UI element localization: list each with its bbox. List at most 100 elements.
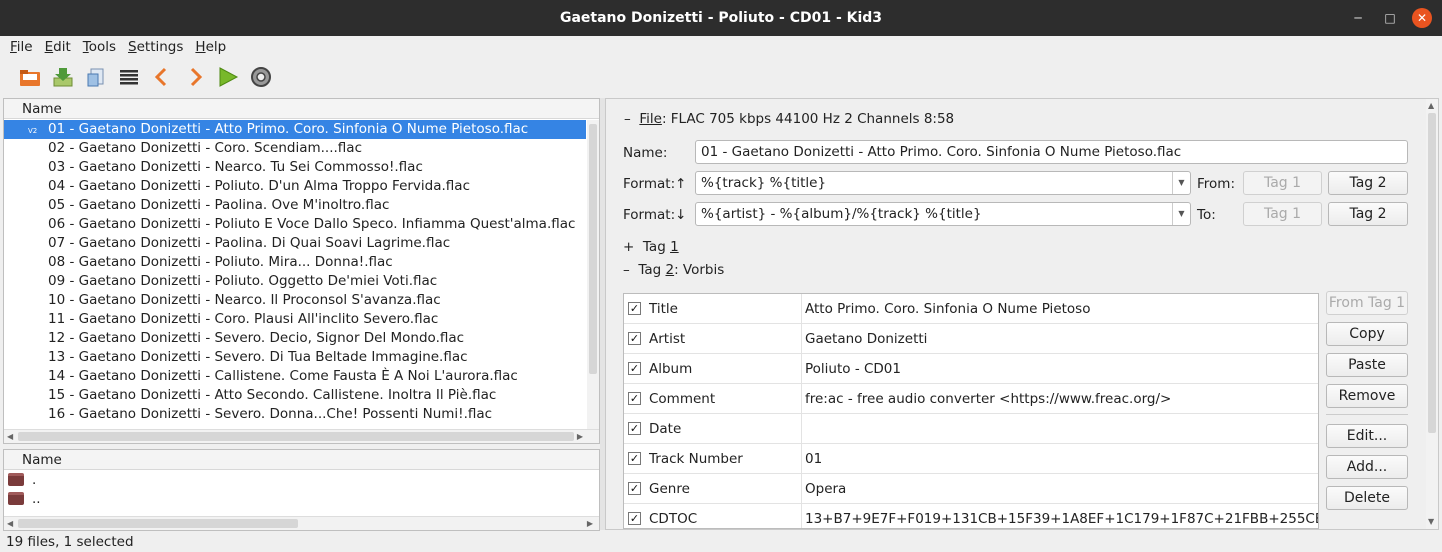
edit-button[interactable]: Edit...: [1326, 424, 1408, 448]
delete-button[interactable]: Delete: [1326, 486, 1408, 510]
from-tag1-frames-button[interactable]: From Tag 1: [1326, 291, 1408, 315]
scroll-left-icon[interactable]: ◀: [7, 430, 13, 443]
chevron-down-icon[interactable]: ▼: [1172, 203, 1190, 225]
file-list-vscrollbar[interactable]: [587, 120, 599, 430]
settings-gear-icon[interactable]: [249, 65, 273, 89]
dir-item[interactable]: .: [4, 470, 599, 489]
tag2-frames-table: ✓ Title Atto Primo. Coro. Sinfonia O Nume…: [623, 293, 1319, 529]
to-tag2-button[interactable]: Tag 2: [1328, 202, 1408, 226]
menu-file[interactable]: File: [4, 39, 39, 55]
tag2-section[interactable]: – Tag 2: Vorbis: [623, 262, 724, 278]
format-from-combo[interactable]: %{track} %{title} ▼: [695, 171, 1191, 195]
file-row[interactable]: 08 - Gaetano Donizetti - Poliuto. Mira..…: [4, 253, 586, 272]
file-row[interactable]: 10 - Gaetano Donizetti - Nearco. Il Proc…: [4, 291, 586, 310]
minimize-icon[interactable]: ─: [1348, 8, 1368, 28]
paste-button[interactable]: Paste: [1326, 353, 1408, 377]
divider: [1326, 414, 1408, 415]
scroll-down-icon[interactable]: ▼: [1428, 515, 1434, 529]
table-row[interactable]: ✓ Genre Opera: [624, 474, 1318, 504]
collapse-icon: –: [623, 262, 630, 278]
toolbar: [0, 60, 1442, 94]
table-row[interactable]: ✓ Title Atto Primo. Coro. Sinfonia O Nume…: [624, 294, 1318, 324]
list-icon[interactable]: [117, 65, 141, 89]
from-tag2-button[interactable]: Tag 2: [1328, 171, 1408, 195]
file-row[interactable]: 02 - Gaetano Donizetti - Coro. Scendiam.…: [4, 139, 586, 158]
file-list-hscrollbar[interactable]: ◀ ▶: [4, 429, 599, 443]
scroll-right-icon[interactable]: ▶: [577, 430, 583, 443]
file-row[interactable]: 14 - Gaetano Donizetti - Callistene. Com…: [4, 367, 586, 386]
tag1-section[interactable]: + Tag 1: [623, 239, 679, 255]
format-to-combo[interactable]: %{artist} - %{album}/%{track} %{title} ▼: [695, 202, 1191, 226]
checkbox[interactable]: ✓: [628, 362, 641, 375]
scroll-right-icon[interactable]: ▶: [587, 517, 593, 530]
menu-help[interactable]: Help: [189, 39, 232, 55]
file-row[interactable]: 04 - Gaetano Donizetti - Poliuto. D'un A…: [4, 177, 586, 196]
checkbox[interactable]: ✓: [628, 422, 641, 435]
format-from-label: Format:↑: [623, 176, 687, 192]
window-controls: ─ □ ✕: [1348, 8, 1432, 28]
dir-item[interactable]: ..: [4, 489, 599, 508]
dir-list-hscrollbar[interactable]: ◀ ▶: [4, 516, 599, 530]
add-button[interactable]: Add...: [1326, 455, 1408, 479]
file-row[interactable]: 16 - Gaetano Donizetti - Severo. Donna..…: [4, 405, 586, 424]
table-row[interactable]: ✓ CDTOC 13+B7+9E7F+F019+131CB+15F39+1A8EF…: [624, 504, 1318, 528]
collapse-icon: –: [624, 111, 631, 127]
name-label: Name:: [623, 145, 668, 161]
save-icon[interactable]: [51, 65, 75, 89]
splitter-handle[interactable]: [600, 98, 605, 530]
revert-icon[interactable]: [84, 65, 108, 89]
close-icon[interactable]: ✕: [1412, 8, 1432, 28]
file-row[interactable]: 11 - Gaetano Donizetti - Coro. Plausi Al…: [4, 310, 586, 329]
copy-button[interactable]: Copy: [1326, 322, 1408, 346]
dir-list-panel: Name . .. ◀ ▶: [3, 449, 600, 531]
file-list-panel: Name V2 01 - Gaetano Donizetti - Atto Pri…: [3, 98, 600, 444]
table-row[interactable]: ✓ Album Poliuto - CD01: [624, 354, 1318, 384]
to-tag1-button[interactable]: Tag 1: [1243, 202, 1322, 226]
file-row[interactable]: 06 - Gaetano Donizetti - Poliuto E Voce …: [4, 215, 586, 234]
maximize-icon[interactable]: □: [1380, 8, 1400, 28]
next-icon[interactable]: [183, 65, 207, 89]
checkbox[interactable]: ✓: [628, 302, 641, 315]
menu-edit[interactable]: Edit: [39, 39, 77, 55]
file-row[interactable]: V2 01 - Gaetano Donizetti - Atto Primo. C…: [4, 120, 586, 139]
file-row[interactable]: 15 - Gaetano Donizetti - Atto Secondo. C…: [4, 386, 586, 405]
menu-tools[interactable]: Tools: [77, 39, 122, 55]
scroll-left-icon[interactable]: ◀: [7, 517, 13, 530]
file-row[interactable]: 09 - Gaetano Donizetti - Poliuto. Oggett…: [4, 272, 586, 291]
table-row[interactable]: ✓ Track Number 01: [624, 444, 1318, 474]
file-info-section[interactable]: – File: FLAC 705 kbps 44100 Hz 2 Channel…: [624, 111, 954, 127]
filename-input[interactable]: 01 - Gaetano Donizetti - Atto Primo. Cor…: [695, 140, 1408, 164]
scroll-up-icon[interactable]: ▲: [1428, 99, 1434, 113]
table-row[interactable]: ✓ Comment fre:ac - free audio converter <…: [624, 384, 1318, 414]
checkbox[interactable]: ✓: [628, 482, 641, 495]
file-row[interactable]: 07 - Gaetano Donizetti - Paolina. Di Qua…: [4, 234, 586, 253]
file-row[interactable]: 13 - Gaetano Donizetti - Severo. Di Tua …: [4, 348, 586, 367]
menu-settings[interactable]: Settings: [122, 39, 189, 55]
remove-button[interactable]: Remove: [1326, 384, 1408, 408]
open-folder-icon[interactable]: [18, 65, 42, 89]
folder-icon: [8, 492, 24, 505]
from-tag1-button[interactable]: Tag 1: [1243, 171, 1322, 195]
checkbox[interactable]: ✓: [628, 392, 641, 405]
file-list: V2 01 - Gaetano Donizetti - Atto Primo. C…: [4, 120, 586, 428]
from-label: From:: [1197, 176, 1235, 192]
chevron-down-icon[interactable]: ▼: [1172, 172, 1190, 194]
expand-icon: +: [623, 239, 635, 255]
checkbox[interactable]: ✓: [628, 512, 641, 525]
folder-icon: [8, 473, 24, 486]
tag-editor-vscrollbar[interactable]: ▲ ▼: [1426, 99, 1438, 529]
file-list-header[interactable]: Name: [4, 99, 599, 119]
file-row[interactable]: 03 - Gaetano Donizetti - Nearco. Tu Sei …: [4, 158, 586, 177]
checkbox[interactable]: ✓: [628, 332, 641, 345]
title-bar: Gaetano Donizetti - Poliuto - CD01 - Kid…: [0, 0, 1442, 36]
table-row[interactable]: ✓ Artist Gaetano Donizetti: [624, 324, 1318, 354]
file-row[interactable]: 05 - Gaetano Donizetti - Paolina. Ove M'…: [4, 196, 586, 215]
table-row[interactable]: ✓ Date: [624, 414, 1318, 444]
dir-list-header[interactable]: Name: [4, 450, 599, 470]
checkbox[interactable]: ✓: [628, 452, 641, 465]
format-to-label: Format:↓: [623, 207, 687, 223]
tag-editor-panel: – File: FLAC 705 kbps 44100 Hz 2 Channel…: [605, 98, 1439, 530]
file-row[interactable]: 12 - Gaetano Donizetti - Severo. Decio, …: [4, 329, 586, 348]
previous-icon[interactable]: [150, 65, 174, 89]
play-icon[interactable]: [216, 65, 240, 89]
